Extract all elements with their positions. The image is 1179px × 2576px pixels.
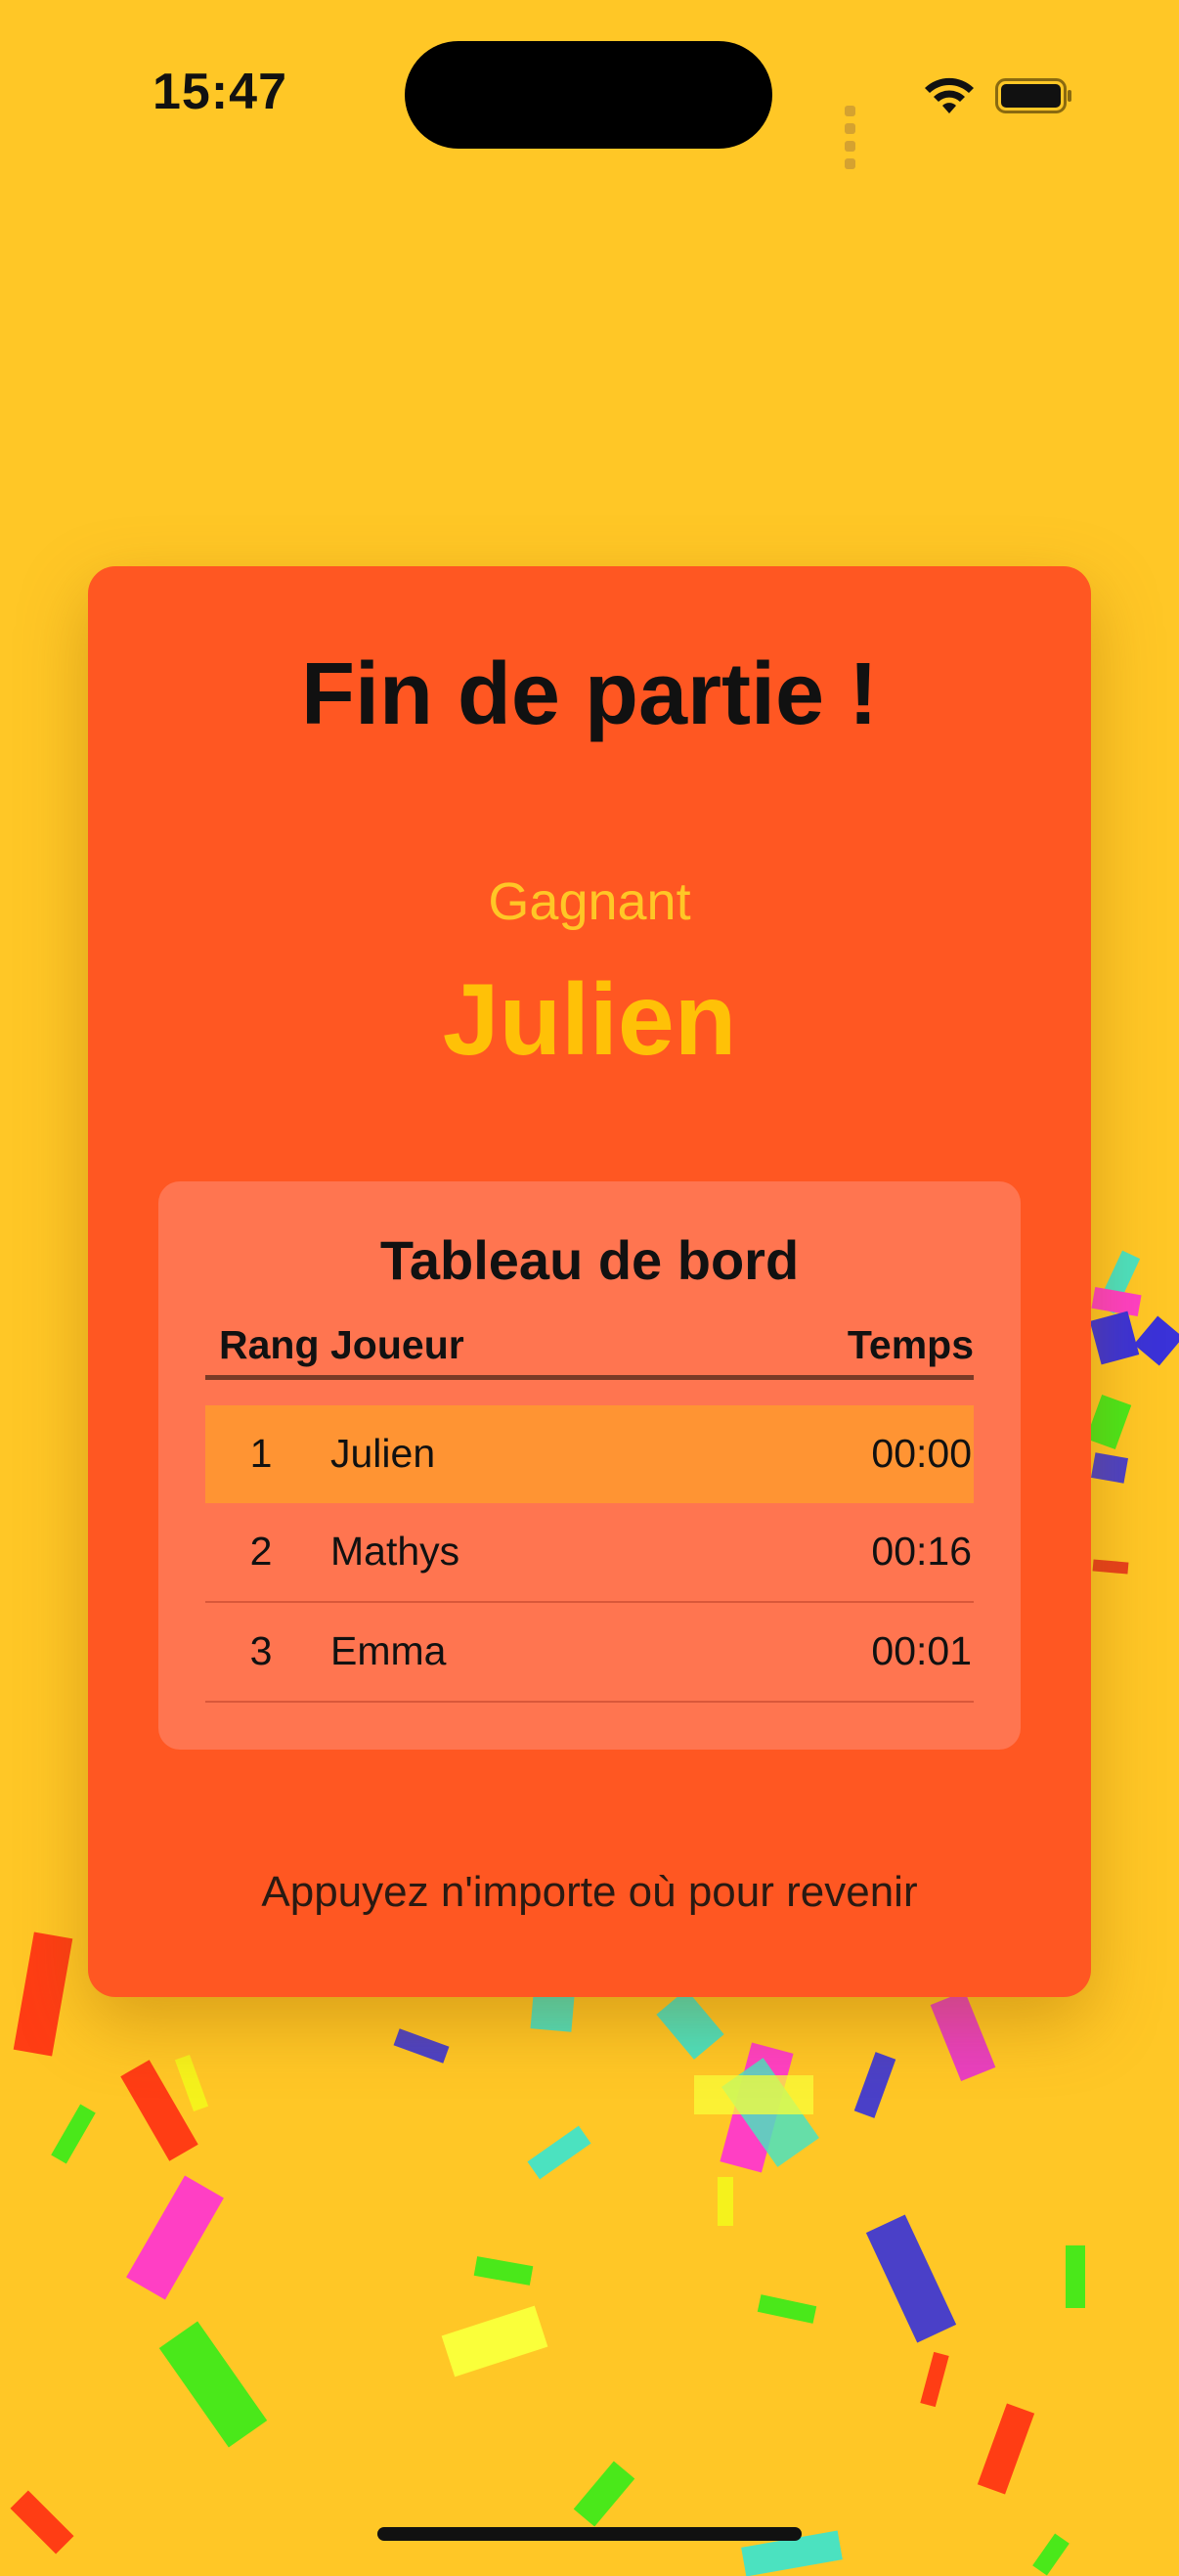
cellular-signal-icon [845,104,859,174]
row-player: Mathys [330,1529,460,1574]
confetti-piece [757,2294,817,2324]
confetti-piece [920,2351,949,2408]
row-time: 00:01 [871,1628,972,1673]
confetti-piece [694,2075,813,2114]
header-rank: Rang [219,1322,320,1367]
winner-name: Julien [442,963,737,1077]
leaderboard-header: Rang Joueur Temps [205,1322,974,1375]
winner-label: Gagnant [488,872,691,931]
confetti-piece [10,2490,74,2554]
confetti-piece [1066,2245,1085,2308]
confetti-piece [656,1989,724,2060]
confetti-piece [158,2321,268,2448]
row-rank: 3 [249,1628,273,1673]
confetti-piece [718,2177,733,2226]
confetti-piece [120,2060,198,2161]
row-player: Julien [330,1431,436,1476]
battery-icon [995,78,1071,113]
confetti-piece [853,2052,896,2118]
row-time: 00:00 [871,1431,972,1476]
row-rank: 2 [249,1529,273,1574]
row-player: Emma [330,1628,447,1673]
table-row: 2 Mathys 00:16 [205,1503,974,1603]
header-player: Joueur [330,1322,464,1367]
confetti-piece [865,2214,957,2343]
confetti-piece [473,2256,534,2286]
card-title: Fin de partie ! [300,645,879,743]
confetti-piece [441,2305,548,2377]
dynamic-island [405,41,772,149]
confetti-piece [393,2028,450,2064]
home-indicator[interactable] [377,2527,802,2541]
confetti-piece [1096,1250,1141,1314]
confetti-piece [977,2403,1035,2495]
confetti-piece [573,2461,635,2527]
confetti-piece [13,1932,73,2057]
confetti-piece [1089,1310,1140,1365]
confetti-piece [1133,1315,1179,1366]
confetti-piece [126,2175,224,2300]
status-time: 15:47 [153,64,287,120]
tap-to-return-hint[interactable]: Appuyez n'importe où pour revenir [88,1868,1091,1917]
confetti-piece [1085,1394,1132,1450]
leaderboard: Tableau de bord Rang Joueur Temps 1 Juli… [158,1181,1021,1750]
wifi-icon [925,77,974,113]
confetti-piece [721,2058,819,2167]
row-time: 00:16 [871,1529,972,1574]
confetti-piece [930,1990,996,2082]
header-time: Temps [847,1322,974,1367]
confetti-piece [1091,1286,1142,1317]
table-row: 3 Emma 00:01 [205,1603,974,1703]
confetti-piece [1032,2533,1070,2576]
table-row: 1 Julien 00:00 [205,1405,974,1503]
leaderboard-title: Tableau de bord [379,1229,800,1291]
confetti-piece [530,1993,575,2032]
confetti-piece [720,2042,794,2173]
game-over-card[interactable]: Fin de partie ! Gagnant Julien Tableau d… [88,566,1091,1997]
confetti-piece [174,2054,209,2112]
confetti-piece [1091,1452,1128,1484]
header-divider [205,1375,974,1380]
row-rank: 1 [249,1431,273,1476]
confetti-piece [1092,1559,1129,1575]
confetti-piece [51,2104,96,2164]
confetti-piece [527,2125,591,2180]
